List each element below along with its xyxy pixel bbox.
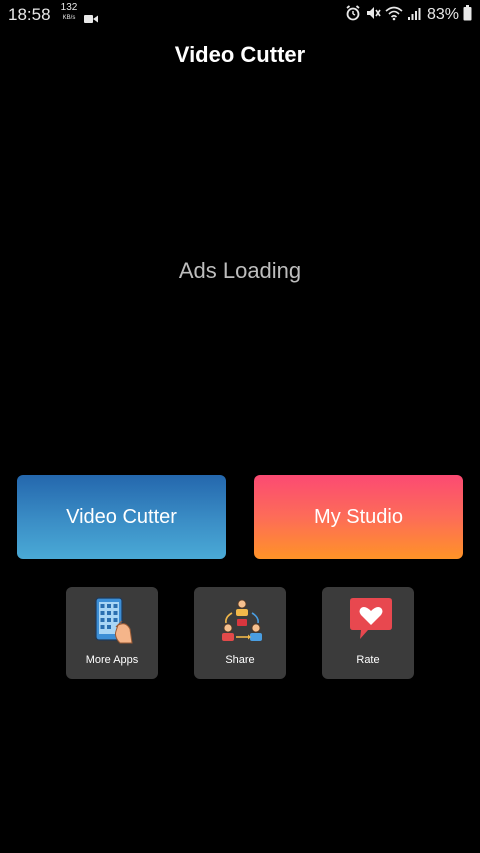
my-studio-button-label: My Studio [314,505,403,528]
alarm-icon [345,5,361,25]
status-icons: 83% [345,5,472,25]
share-people-icon [222,599,262,641]
rate-label: Rate [356,654,380,666]
network-speed-value: 132 [60,2,78,13]
share-button[interactable]: Share [194,587,286,679]
rate-button[interactable]: Rate [322,587,414,679]
network-speed: 132 KB/s [60,2,78,22]
network-speed-unit: KB/s [62,15,76,21]
battery-icon [463,5,472,25]
signal-icon [407,6,421,25]
more-apps-label: More Apps [85,654,139,666]
phone-apps-icon [95,597,133,644]
home-screen: 18:58 132 KB/s 83% Video Cutter Ads Load… [0,0,480,853]
ad-loading-text: Ads Loading [178,258,302,283]
wifi-icon [385,5,403,25]
video-cutter-button-label: Video Cutter [66,505,177,528]
page-title: Video Cutter [174,42,306,67]
battery-percent: 83% [426,6,459,23]
my-studio-button[interactable]: My Studio [254,475,463,559]
video-cutter-button[interactable]: Video Cutter [17,475,226,559]
status-bar: 18:58 132 KB/s 83% [0,0,480,30]
share-label: Share [225,654,255,666]
more-apps-button[interactable]: More Apps [66,587,158,679]
mute-icon [365,5,381,25]
video-record-icon [84,9,98,28]
status-time: 18:58 [8,5,51,24]
heart-chat-icon [350,598,392,639]
